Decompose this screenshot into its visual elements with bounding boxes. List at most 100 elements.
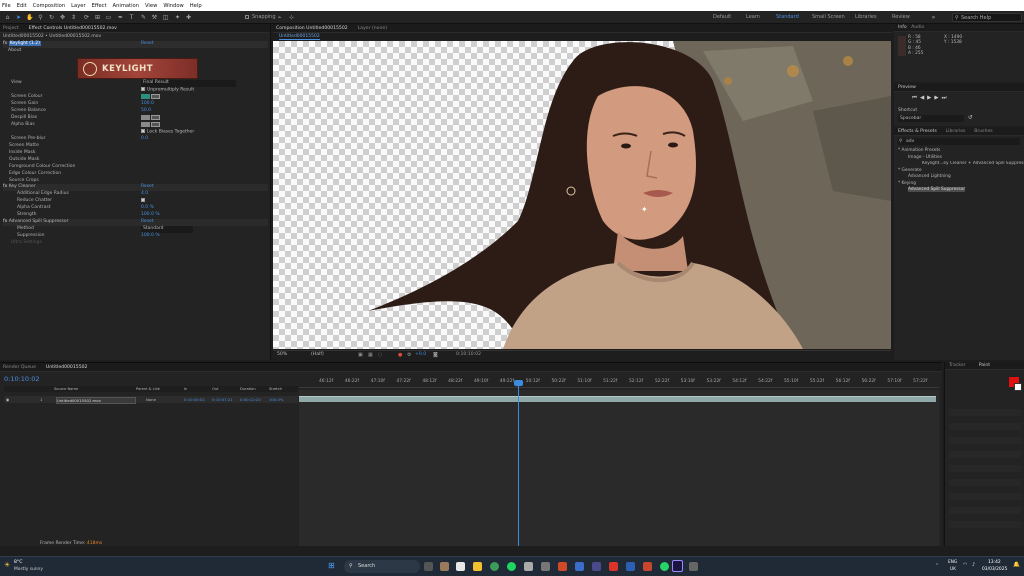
despill-bias-swatch[interactable] [141, 115, 161, 122]
shortcut-dropdown[interactable]: Spacebar [898, 115, 964, 122]
anchor-tool-icon[interactable]: ⊞ [94, 14, 101, 21]
weather-icon[interactable]: ☀ [4, 561, 10, 569]
windows-start-icon[interactable]: ⊞ [328, 561, 335, 570]
weather-desc[interactable]: Mostly sunny [14, 567, 43, 572]
menu-file[interactable]: File [2, 3, 11, 9]
edge-radius-value[interactable]: 4.0 [141, 191, 148, 198]
col-source-name[interactable]: Source Name [54, 386, 78, 392]
exposure-value[interactable]: +0.0 [415, 352, 426, 357]
workspace-default[interactable]: Default [713, 14, 731, 20]
layer-out[interactable]: 0:10:57:21 [212, 396, 233, 403]
spotify-icon[interactable] [507, 562, 516, 571]
acrobat-icon[interactable] [609, 562, 618, 571]
timeline-tracks[interactable] [299, 390, 939, 546]
brush-tool-icon[interactable]: ✎ [140, 14, 147, 21]
app-icon[interactable] [575, 562, 584, 571]
col-in[interactable]: In [184, 386, 187, 392]
rotate-tool-icon[interactable]: ⟳ [83, 14, 90, 21]
alpha-bias-swatch[interactable] [141, 122, 161, 129]
task-view-icon[interactable] [424, 562, 433, 571]
snapping-checkbox[interactable] [245, 15, 249, 19]
pan-tool-icon[interactable]: ✥ [59, 14, 66, 21]
home-icon[interactable]: ⌂ [4, 14, 11, 21]
tab-layer[interactable]: Layer (none) [358, 26, 387, 31]
tab-project[interactable]: Project [3, 26, 19, 31]
transparency-grid-icon[interactable]: ▦ [368, 352, 373, 358]
alpha-contrast-value[interactable]: 0.0 % [141, 205, 154, 212]
file-explorer-icon[interactable] [473, 562, 482, 571]
suppression-value[interactable]: 100.0 % [141, 233, 160, 240]
inside-mask-group[interactable]: Inside Mask [9, 150, 35, 157]
key-cleaner-reset[interactable]: Reset [141, 184, 154, 191]
workspace-learn[interactable]: Learn [746, 14, 760, 20]
region-of-interest-icon[interactable]: ▣ [358, 352, 363, 358]
puppet-pin-icon[interactable]: ✚ [185, 14, 192, 21]
clock-date[interactable]: 03/03/2025 [982, 567, 1007, 572]
notification-icon[interactable]: 🔔 [1013, 562, 1020, 568]
lock-biases-checkbox[interactable]: Lock Biases Together [141, 129, 194, 136]
comp-subtab[interactable]: Untitled00015502 [279, 34, 320, 40]
strength-value[interactable]: 100.0 % [141, 212, 160, 219]
app-icon[interactable] [524, 562, 533, 571]
col-parent-link[interactable]: Parent & Link [136, 386, 160, 392]
outside-mask-group[interactable]: Outside Mask [9, 157, 39, 164]
about-link[interactable]: About [8, 48, 21, 55]
workspace-libraries[interactable]: Libraries [855, 14, 877, 20]
ultra-settings-group[interactable]: Ultra Settings [11, 240, 42, 247]
powerpoint-icon[interactable] [643, 562, 652, 571]
comp-timecode[interactable]: 0:10:10:02 [456, 352, 481, 357]
layer-parent[interactable]: None [146, 396, 156, 403]
snapshot-icon[interactable]: ◙ [433, 352, 438, 358]
app-icon[interactable] [689, 562, 698, 571]
menu-animation[interactable]: Animation [113, 3, 139, 9]
key-cleaner-header[interactable]: fx Key Cleaner [3, 184, 268, 191]
search-help-input[interactable]: ⚲ Search Help [952, 13, 1022, 22]
snap-options-icon[interactable]: ⌁ [276, 14, 283, 21]
weather-temp[interactable]: 8°C [14, 560, 22, 565]
time-ruler[interactable]: 46:12f 46:22f 47:10f 47:22f 48:12f 48:22f 49:1… [299, 377, 939, 388]
screen-colour-swatch[interactable] [141, 94, 161, 101]
unpremultiply-checkbox[interactable]: Unpremultiply Result [141, 87, 194, 94]
tab-render-queue[interactable]: Render Queue [3, 365, 36, 370]
composition-viewer[interactable]: ✦ [273, 41, 891, 349]
reduce-chatter-checkbox[interactable] [141, 198, 147, 205]
clone-stamp-icon[interactable]: ⚒ [151, 14, 158, 21]
tab-timeline-comp[interactable]: Untitled00015502 [46, 365, 88, 370]
pen-tool-icon[interactable]: ✒ [117, 14, 124, 21]
tray-chevron-icon[interactable]: ⌃ [935, 563, 939, 569]
tab-effects-presets[interactable]: Effects & Presets [898, 129, 937, 134]
mask-visibility-icon[interactable]: ◌ [378, 352, 382, 358]
app-icon[interactable] [558, 562, 567, 571]
whatsapp-icon[interactable] [660, 562, 669, 571]
playhead-line[interactable] [518, 382, 519, 546]
clock-time[interactable]: 13:42 [988, 560, 1001, 565]
hand-tool-icon[interactable]: ✋ [26, 14, 33, 21]
tab-info[interactable]: Info [898, 25, 907, 30]
col-stretch[interactable]: Stretch [269, 386, 282, 392]
spill-suppressor-reset[interactable]: Reset [141, 219, 154, 226]
menu-effect[interactable]: Effect [92, 3, 107, 9]
col-out[interactable]: Out [212, 386, 219, 392]
view-dropdown[interactable]: Final Result [141, 80, 236, 87]
tree-advanced-spill-suppressor[interactable]: Advanced Spill Suppressor [908, 187, 966, 192]
zoom-dropdown[interactable]: 50% [277, 352, 287, 357]
volume-icon[interactable]: ♪ [972, 562, 975, 568]
reset-shortcut-icon[interactable]: ↺ [968, 115, 973, 121]
layer-name[interactable]: Untitled00015502.mov [56, 397, 136, 404]
workspace-small-screen[interactable]: Small Screen [812, 14, 845, 20]
tab-brushes[interactable]: Brushes [974, 129, 992, 134]
orbit-tool-icon[interactable]: ↻ [48, 14, 55, 21]
selection-tool-icon[interactable]: ➤ [15, 14, 22, 21]
menu-composition[interactable]: Composition [33, 3, 65, 9]
menu-layer[interactable]: Layer [71, 3, 85, 9]
fg-colour-correction-group[interactable]: Foreground Colour Correction [9, 164, 75, 171]
tab-paint[interactable]: Paint [979, 363, 990, 368]
screen-gain-value[interactable]: 100.0 [141, 101, 154, 108]
tab-audio[interactable]: Audio [911, 25, 924, 30]
effects-search-input[interactable]: ⚲ adv [898, 138, 1020, 145]
menu-view[interactable]: View [145, 3, 157, 9]
resolution-dropdown[interactable]: (Half) [311, 352, 324, 357]
dolly-tool-icon[interactable]: ⇕ [70, 14, 77, 21]
app-icon[interactable] [592, 562, 601, 571]
layer-stretch[interactable]: 100.0% [269, 396, 283, 403]
